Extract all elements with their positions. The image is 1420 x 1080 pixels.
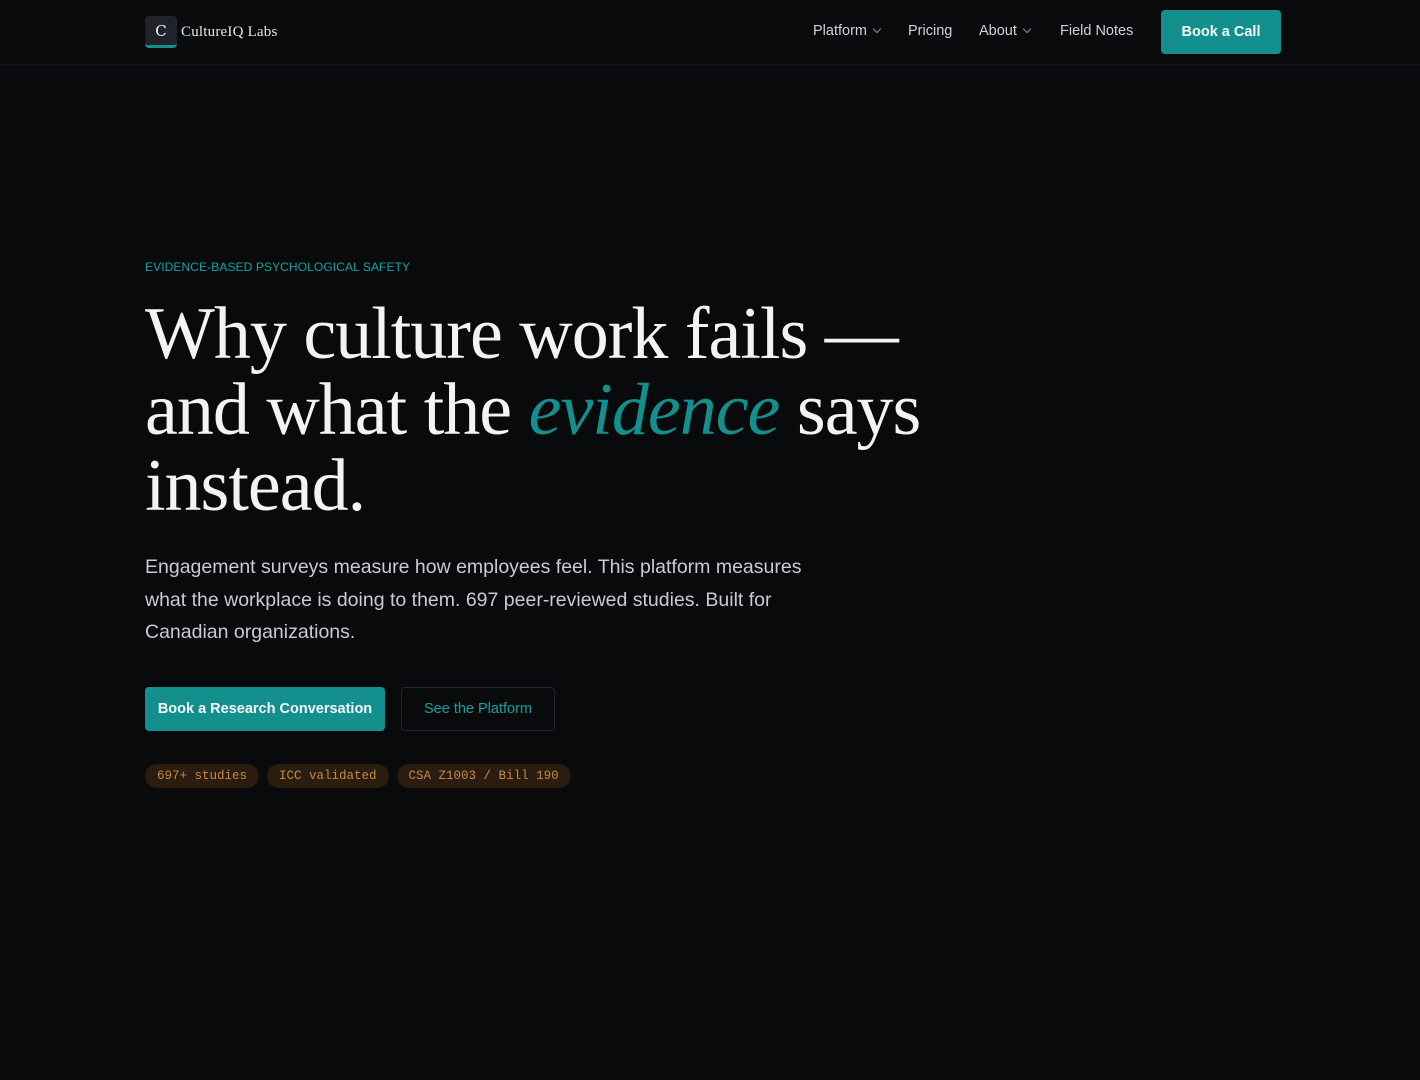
site-header: C CultureIQ Labs Platform Pricing About …: [0, 0, 1420, 65]
headline-line-3: instead.: [145, 445, 366, 527]
nav-item-label: Field Notes: [1060, 23, 1134, 39]
logo-mark-icon: C: [145, 16, 177, 48]
nav-item-label: Pricing: [908, 23, 953, 39]
nav-item-about[interactable]: About: [979, 23, 1032, 39]
nav-item-label: Platform: [813, 23, 867, 39]
nav-item-platform[interactable]: Platform: [813, 23, 882, 39]
brand-name: CultureIQ Labs: [181, 23, 278, 40]
headline-line-1: Why culture work fails —: [145, 293, 899, 375]
book-call-button[interactable]: Book a Call: [1161, 10, 1281, 54]
nav-item-field-notes[interactable]: Field Notes: [1060, 23, 1133, 39]
logo[interactable]: C CultureIQ Labs: [145, 16, 278, 48]
nav-item-pricing[interactable]: Pricing: [908, 23, 952, 39]
badge-studies: 697+ studies: [145, 764, 260, 788]
book-research-conversation-button[interactable]: Book a Research Conversation: [145, 687, 385, 731]
chevron-down-icon: [1022, 24, 1032, 34]
chevron-down-icon: [872, 24, 882, 34]
hero-lede: Engagement surveys measure how employees…: [145, 556, 802, 643]
badge-list: 697+ studies ICC validated CSA Z1003 / B…: [145, 764, 571, 788]
hero-eyebrow: EVIDENCE-BASED PSYCHOLOGICAL SAFETY: [145, 260, 411, 274]
headline-accent-word: evidence: [528, 369, 781, 451]
hero-headline: Why culture work fails — and what the ev…: [145, 296, 965, 524]
headline-line-2-end: says: [779, 369, 921, 451]
page: C CultureIQ Labs Platform Pricing About …: [0, 0, 1420, 1080]
badge-csa: CSA Z1003 / Bill 190: [396, 764, 571, 788]
headline-line-2-start: and what the: [145, 369, 529, 451]
nav-item-label: About: [979, 23, 1017, 39]
badge-icc: ICC validated: [267, 764, 389, 788]
see-platform-button[interactable]: See the Platform: [401, 687, 555, 731]
